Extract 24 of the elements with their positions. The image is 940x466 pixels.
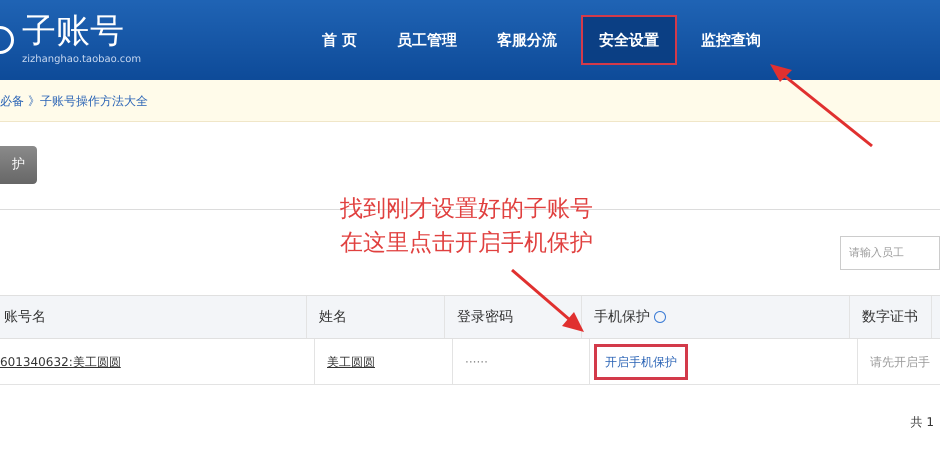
protect-button[interactable]: 护 bbox=[0, 146, 37, 184]
pagination-text: 共 1 bbox=[910, 414, 935, 431]
logo-text: 子账号 bbox=[22, 14, 125, 48]
nav-tab[interactable]: 安全设置 bbox=[581, 14, 678, 66]
nav-tab[interactable]: 监控查询 bbox=[685, 16, 778, 64]
search-field[interactable]: 请输入员工 bbox=[840, 236, 940, 270]
annotation-text: 找到刚才设置好的子账号 bbox=[340, 195, 593, 224]
column-header: 姓名 bbox=[307, 296, 445, 338]
table-cell-text: 601340632:美工圆圆 bbox=[0, 354, 121, 370]
domain-text: zizhanghao.taobao.com bbox=[22, 52, 142, 66]
breadcrumb-link[interactable]: 必备 》子账号操作方法大全 bbox=[0, 92, 148, 110]
help-icon[interactable] bbox=[654, 311, 666, 323]
enable-protection-link[interactable]: 开启手机保护 bbox=[594, 344, 688, 380]
arrow-icon bbox=[770, 64, 873, 148]
column-header: 数字证书 bbox=[850, 296, 932, 338]
name-link[interactable]: 美工圆圆 bbox=[327, 352, 375, 370]
table-cell-text: ······ bbox=[465, 354, 488, 370]
nav-tab[interactable]: 客服分流 bbox=[481, 16, 574, 64]
nav-tab[interactable]: 员工管理 bbox=[381, 16, 474, 64]
arrow-icon bbox=[511, 268, 584, 332]
column-header: 账号名 bbox=[0, 296, 307, 338]
table-cell-text: 请先开启手 bbox=[870, 354, 930, 370]
annotation-text: 在这里点击开启手机保护 bbox=[340, 229, 593, 258]
nav-tab[interactable]: 首 页 bbox=[306, 16, 374, 64]
